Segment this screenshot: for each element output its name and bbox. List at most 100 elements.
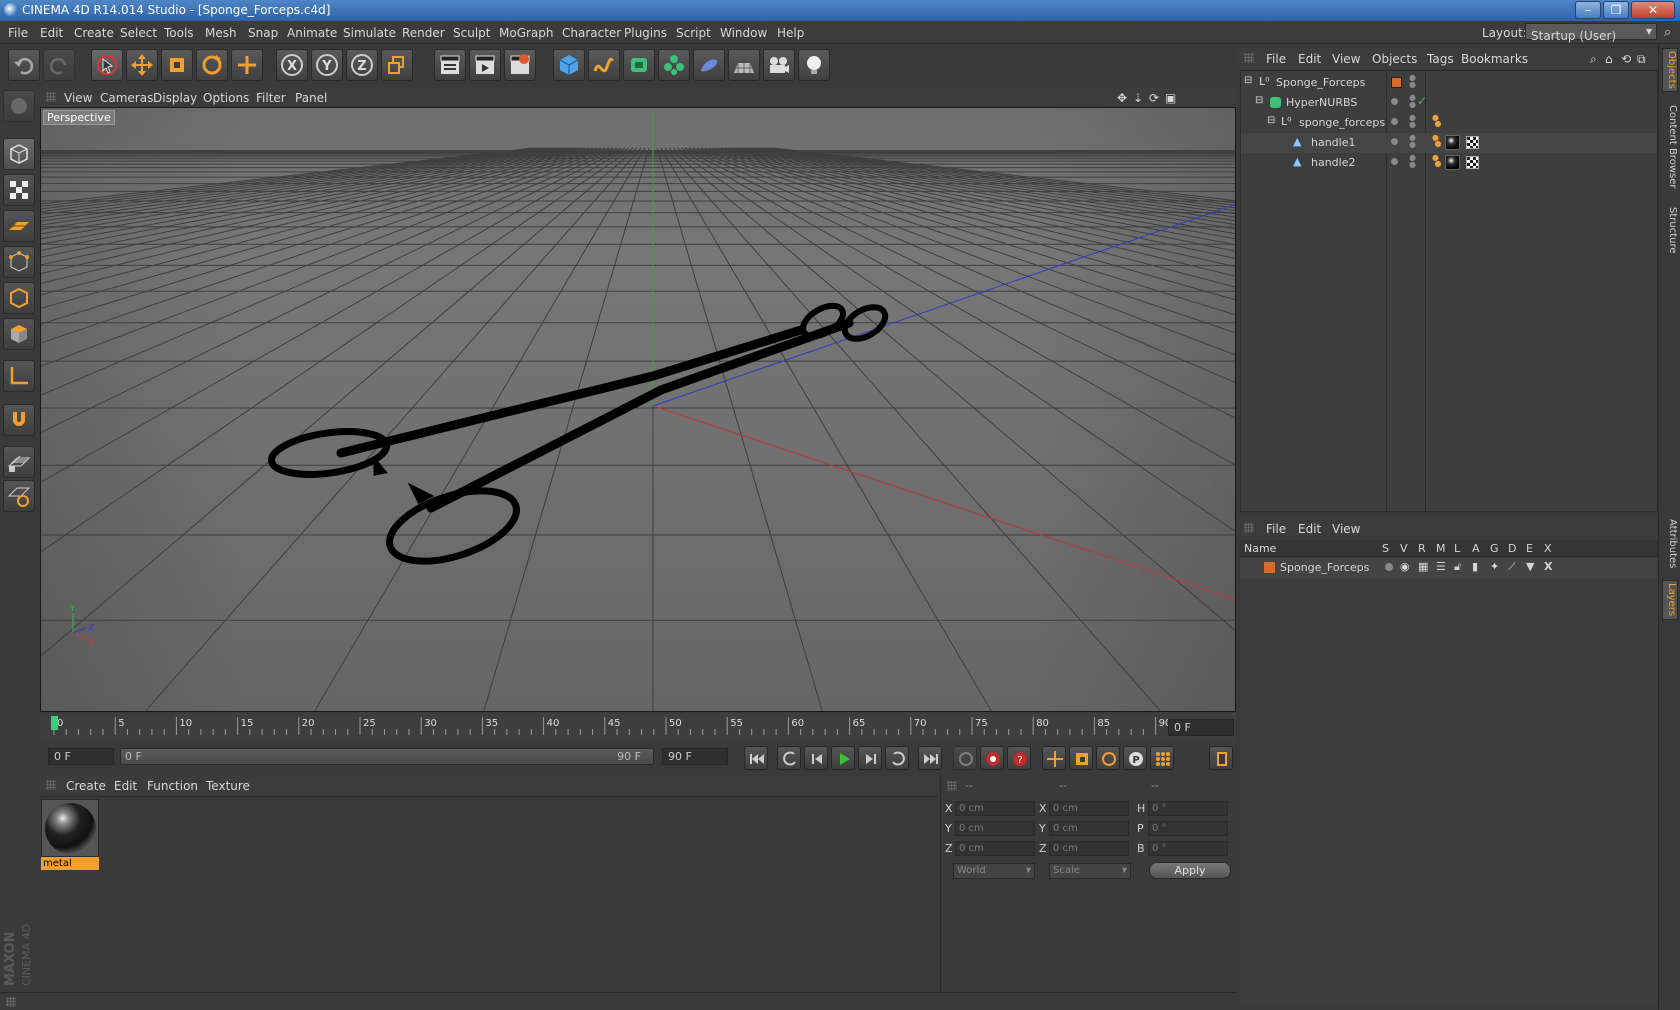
recent-tool-button[interactable] [231, 49, 263, 81]
make-editable-button[interactable] [3, 90, 35, 122]
move-tool-button[interactable] [126, 49, 158, 81]
viewport-menu-view[interactable]: View [64, 91, 92, 105]
scale-tool-button[interactable] [161, 49, 193, 81]
texture-mode-button[interactable] [3, 174, 35, 206]
viewport-menu-options[interactable]: Options [203, 91, 249, 105]
object-menu-file[interactable]: File [1266, 52, 1286, 66]
object-row-handle1[interactable]: ▲ handle1 ● ● ● ● [1241, 133, 1657, 153]
coordinate-system-dropdown[interactable]: World ▾ [953, 863, 1035, 879]
layer-col-manager[interactable]: M [1436, 542, 1446, 555]
deformer-button[interactable] [693, 49, 725, 81]
light-button[interactable] [798, 49, 830, 81]
tab-layers[interactable]: Layers [1662, 580, 1678, 620]
menu-help[interactable]: Help [777, 26, 804, 40]
key-pla-button[interactable] [1150, 746, 1174, 770]
viewport-zoom-icon[interactable]: ⇣ [1133, 91, 1143, 105]
phong-tag-icon[interactable]: ● ● [1432, 114, 1442, 128]
animation-icon[interactable]: ▮ [1472, 560, 1478, 573]
go-to-end-button[interactable] [918, 746, 942, 770]
end-frame-field[interactable]: 90 F [662, 748, 728, 765]
key-scale-button[interactable] [1069, 746, 1093, 770]
menu-script[interactable]: Script [676, 26, 711, 40]
menu-plugins[interactable]: Plugins [624, 26, 667, 40]
layer-col-view[interactable]: V [1400, 542, 1408, 555]
object-menu-tags[interactable]: Tags [1427, 52, 1454, 66]
panel-grip[interactable] [46, 92, 56, 102]
material-menu-texture[interactable]: Texture [206, 779, 250, 793]
phong-tag-icon[interactable]: ● ● [1432, 154, 1442, 168]
play-button[interactable] [831, 746, 855, 770]
viewport-menu-cameras[interactable]: Cameras [100, 91, 153, 105]
minimize-button[interactable]: – [1575, 1, 1601, 19]
editor-visibility-dot-icon[interactable] [1391, 158, 1398, 165]
points-mode-button[interactable] [3, 246, 35, 278]
menu-mograph[interactable]: MoGraph [499, 26, 554, 40]
object-menu-objects[interactable]: Objects [1372, 52, 1417, 66]
xref-icon[interactable]: X [1544, 560, 1552, 573]
layer-list[interactable]: Sponge_Forceps ◉ ▦ ☰ 🔓︎ ▮ ✦ ⟋ ▼ X [1240, 557, 1658, 1004]
previous-frame-button[interactable] [804, 746, 828, 770]
timeline-window-button[interactable] [1209, 746, 1233, 770]
live-selection-button[interactable] [91, 49, 123, 81]
model-mode-button[interactable] [3, 138, 35, 170]
undo-button[interactable] [8, 49, 40, 81]
layer-col-solo[interactable]: S [1382, 542, 1389, 555]
material-tag-icon[interactable] [1445, 155, 1460, 170]
menu-create[interactable]: Create [74, 26, 114, 40]
render-icon[interactable]: ▦ [1418, 560, 1428, 573]
material-menu-edit[interactable]: Edit [114, 779, 137, 793]
layer-col-deformers[interactable]: D [1508, 542, 1516, 555]
playhead[interactable] [51, 716, 58, 730]
rot-b-field[interactable]: 0 ° [1148, 841, 1228, 856]
menu-edit[interactable]: Edit [40, 26, 63, 40]
previous-key-button[interactable] [777, 746, 801, 770]
render-settings-button[interactable] [504, 49, 536, 81]
menu-render[interactable]: Render [402, 26, 445, 40]
pos-x-field[interactable]: 0 cm [955, 801, 1035, 816]
menu-mesh[interactable]: Mesh [205, 26, 237, 40]
y-axis-lock-button[interactable]: Y [311, 49, 343, 81]
visibility-dots-icon[interactable]: ● ● [1409, 94, 1416, 109]
object-tree[interactable]: ⊟ L⁰ Sponge_Forceps ● ● ⊟ HyperNURBS ● ● ✓… [1240, 70, 1658, 512]
visibility-dots-icon[interactable]: ● ● [1409, 74, 1416, 89]
collapse-icon[interactable]: ⊟ [1255, 95, 1263, 106]
object-row-hypernurbs[interactable]: ⊟ HyperNURBS ● ● ✓ [1241, 93, 1657, 113]
home-icon[interactable]: ⌂ [1605, 52, 1613, 66]
layer-col-name[interactable]: Name [1244, 542, 1276, 555]
layer-row[interactable]: Sponge_Forceps ◉ ▦ ☰ 🔓︎ ▮ ✦ ⟋ ▼ X [1240, 558, 1656, 578]
layer-col-render[interactable]: R [1418, 542, 1426, 555]
panel-grip[interactable] [6, 997, 16, 1007]
size-z-field[interactable]: 0 cm [1049, 841, 1129, 856]
tweak-magnet-button[interactable] [3, 404, 35, 436]
editor-visibility-dot-icon[interactable] [1391, 138, 1398, 145]
menu-tools[interactable]: Tools [164, 26, 194, 40]
start-frame-field[interactable]: 0 F [48, 748, 114, 765]
keyframe-selection-button[interactable]: ? [1007, 746, 1031, 770]
size-x-field[interactable]: 0 cm [1049, 801, 1129, 816]
snap-grid-button[interactable] [3, 446, 35, 478]
solo-dot-icon[interactable] [1385, 563, 1393, 571]
menu-animate[interactable]: Animate [287, 26, 337, 40]
render-picture-viewer-button[interactable] [469, 49, 501, 81]
render-view-button[interactable] [434, 49, 466, 81]
object-menu-view[interactable]: View [1332, 52, 1360, 66]
new-window-icon[interactable]: ⧉ [1637, 52, 1646, 67]
viewport-rotate-icon[interactable]: ⟳ [1149, 91, 1159, 105]
tab-objects[interactable]: Objects [1662, 48, 1678, 92]
mograph-cloner-button[interactable] [658, 49, 690, 81]
layer-color-icon[interactable] [1264, 562, 1275, 573]
eye-icon[interactable]: ◉ [1400, 560, 1410, 573]
layer-menu-file[interactable]: File [1266, 522, 1286, 536]
collapse-icon[interactable]: ⊟ [1267, 115, 1275, 126]
snap-settings-button[interactable] [3, 480, 35, 512]
go-to-start-button[interactable] [744, 746, 768, 770]
menu-simulate[interactable]: Simulate [343, 26, 396, 40]
size-y-field[interactable]: 0 cm [1049, 821, 1129, 836]
back-icon[interactable]: ⟲ [1621, 52, 1631, 66]
menu-select[interactable]: Select [120, 26, 157, 40]
object-menu-bookmarks[interactable]: Bookmarks [1461, 52, 1528, 66]
manager-icon[interactable]: ☰ [1436, 560, 1446, 573]
layer-menu-edit[interactable]: Edit [1298, 522, 1321, 536]
uvw-tag-icon[interactable] [1466, 156, 1479, 169]
search-icon[interactable]: ⌕ [1590, 52, 1597, 67]
